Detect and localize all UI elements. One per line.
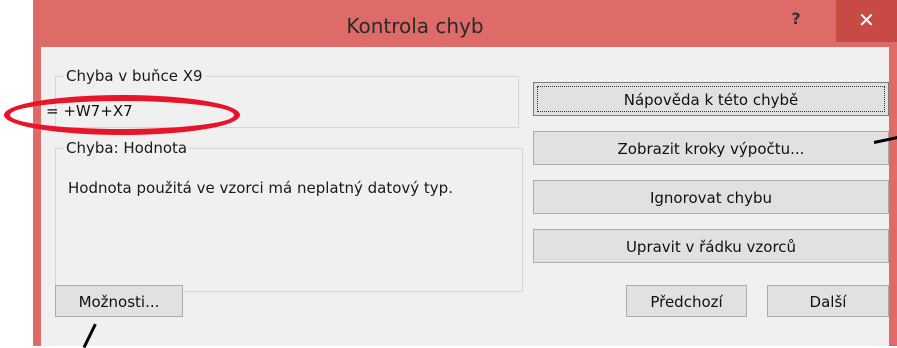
show-calculation-steps-button[interactable]: Zobrazit kroky výpočtu...: [533, 131, 889, 165]
help-icon[interactable]: ?: [785, 8, 807, 30]
error-description: Hodnota použitá ve vzorci má neplatný da…: [68, 179, 453, 197]
error-cell-legend: Chyba v buňce X9: [64, 67, 205, 85]
highlight-ellipse: [4, 95, 240, 135]
ignore-error-button[interactable]: Ignorovat chybu: [533, 180, 889, 214]
next-button[interactable]: Další: [767, 285, 889, 317]
edit-in-formula-bar-button[interactable]: Upravit v řádku vzorců: [533, 229, 889, 263]
close-button[interactable]: ✕: [836, 0, 897, 42]
options-button[interactable]: Možnosti...: [55, 285, 183, 317]
error-info-group: Chyba: Hodnota: [55, 139, 523, 292]
previous-button[interactable]: Předchozí: [626, 285, 747, 317]
help-on-error-button[interactable]: Nápověda k této chybě: [533, 82, 889, 116]
error-check-dialog: Kontrola chyb ? ✕ Chyba v buňce X9 Chyba…: [33, 0, 897, 346]
error-type-legend: Chyba: Hodnota: [64, 139, 190, 157]
dialog-title: Kontrola chyb: [346, 14, 484, 38]
